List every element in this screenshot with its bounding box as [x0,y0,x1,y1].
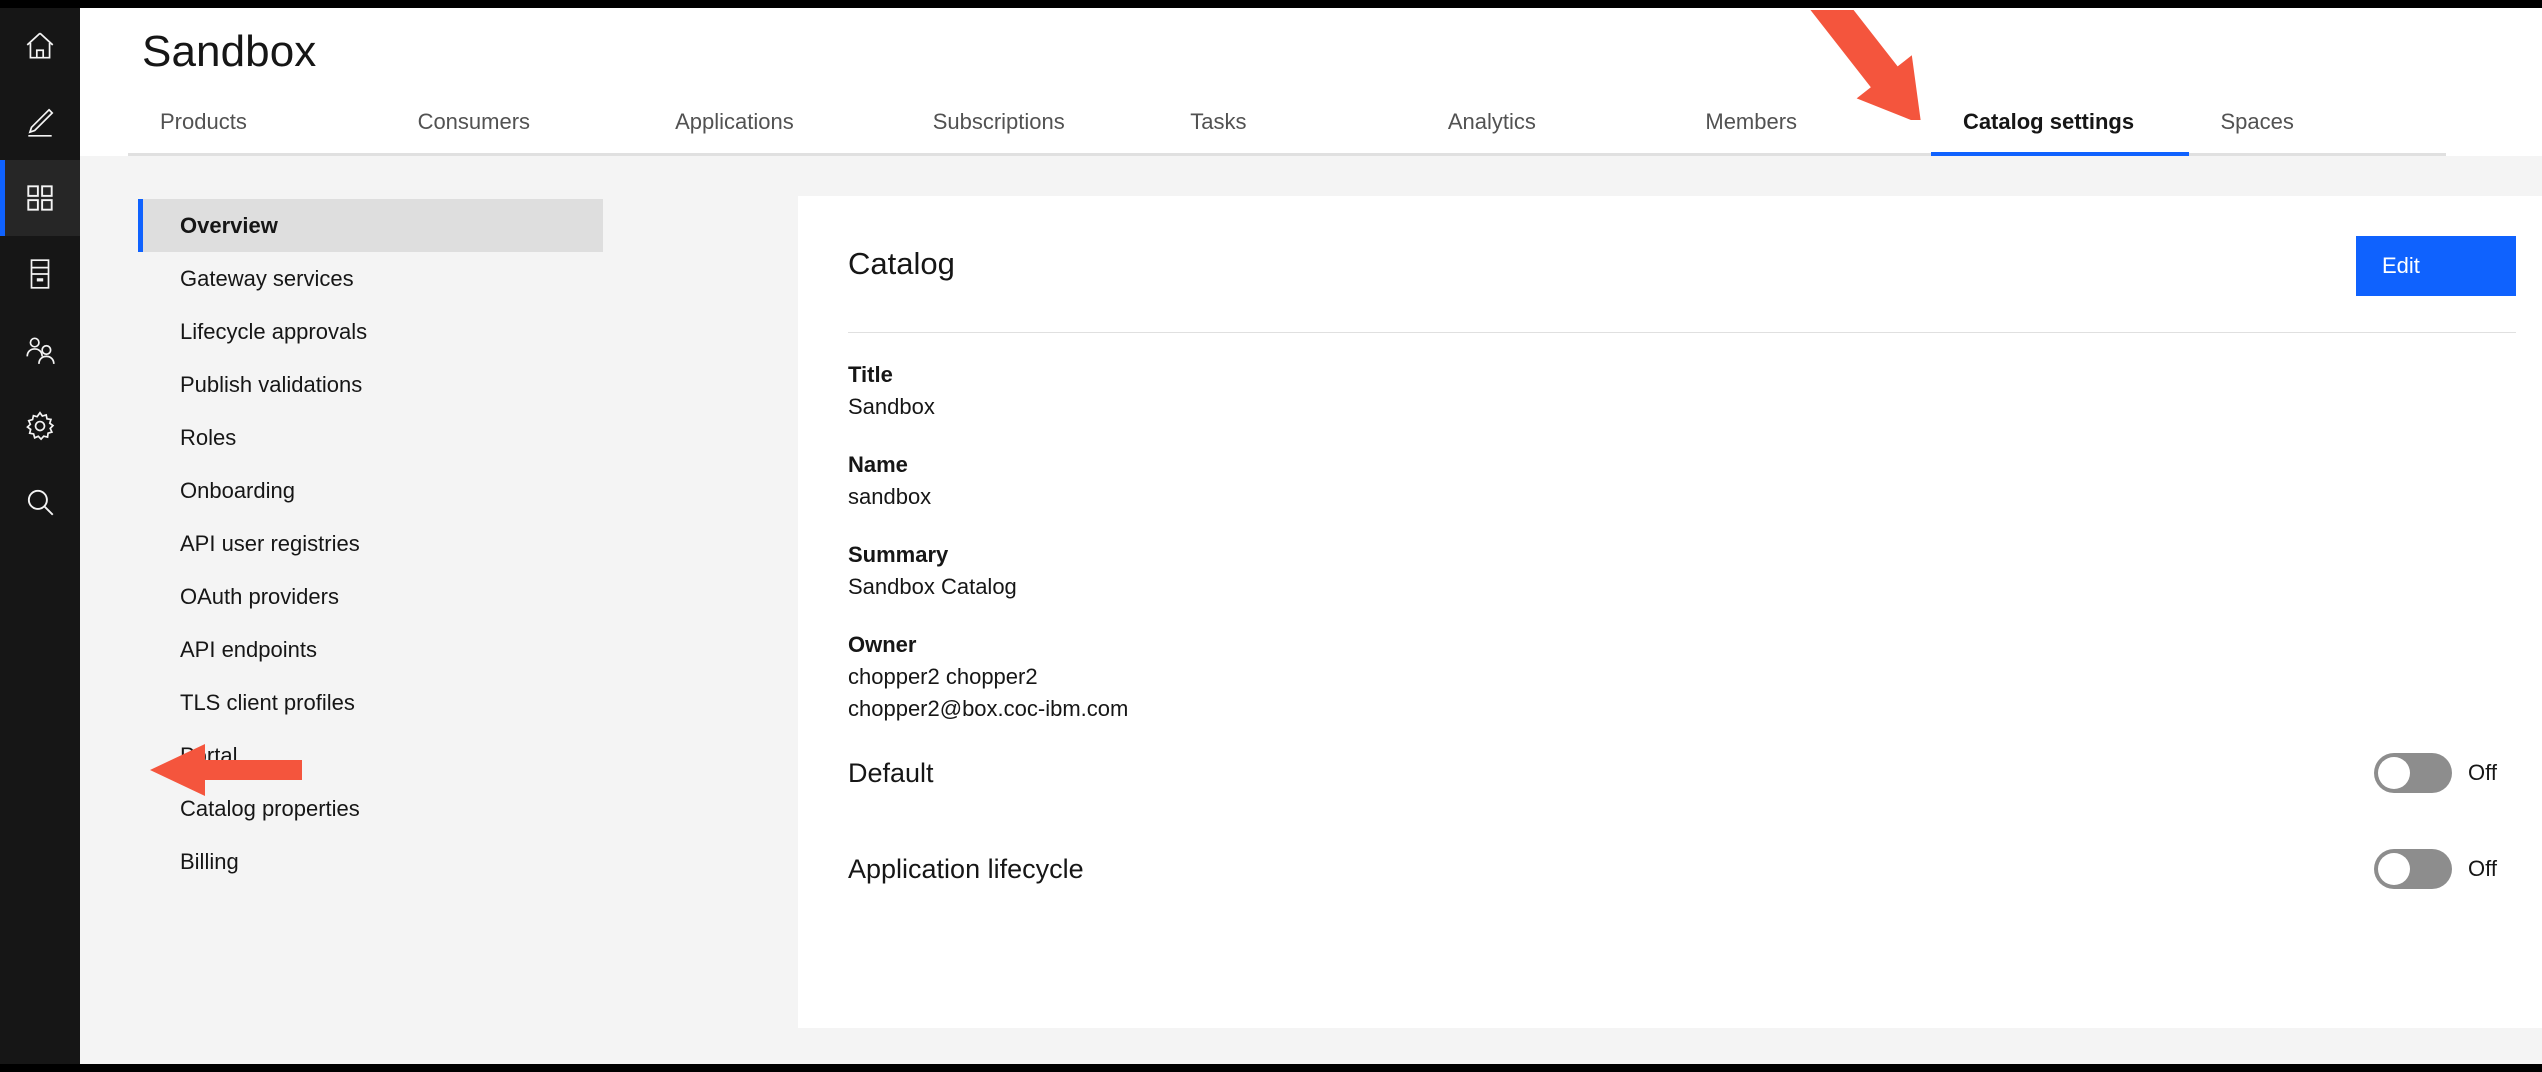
field-value: sandbox [848,484,932,509]
sidebar-item-billing[interactable]: Billing [138,835,603,888]
sidebar-item-roles[interactable]: Roles [138,411,603,464]
sidebar-item-gateway-services[interactable]: Gateway services [138,252,603,305]
sidebar-item-api-user-registries[interactable]: API user registries [138,517,603,570]
users-icon [23,333,57,367]
field-label: Name [848,452,908,477]
sidebar-item-portal[interactable]: Portal [138,729,603,782]
page-title: Sandbox [142,27,317,76]
field-value-owner-email: chopper2@box.coc-ibm.com [848,696,1129,721]
panel-divider [848,332,2516,333]
server-icon [23,257,57,291]
toggle-state: Off [2468,760,2497,785]
toggle-control: Off [2374,849,2516,889]
field-value-owner-name: chopper2 chopper2 [848,664,1038,689]
toggle-control: Off [2374,753,2516,793]
catalog-overview-panel: Catalog Edit Title Sandbox Name sandbox … [798,196,2542,1028]
tab-spaces[interactable]: Spaces [2188,101,2447,156]
toggle-state: Off [2468,856,2497,881]
field-owner: Owner chopper2 chopper2 chopper2@box.coc… [848,629,2516,725]
rail-item-resources[interactable] [0,236,80,312]
rail-item-develop[interactable] [0,84,80,160]
tab-subscriptions[interactable]: Subscriptions [900,101,1159,156]
rail-item-manage[interactable] [0,160,80,236]
rail-item-home[interactable] [0,8,80,84]
app-root: Sandbox Products Consumers Applications … [0,0,2542,1072]
tab-members[interactable]: Members [1673,101,1931,156]
default-toggle[interactable] [2374,753,2452,793]
main-area: Sandbox Products Consumers Applications … [80,8,2542,1064]
field-name: Name sandbox [848,449,2516,513]
field-label: Owner [848,632,917,657]
field-value: Sandbox Catalog [848,574,1017,599]
sidebar-item-lifecycle-approvals[interactable]: Lifecycle approvals [138,305,603,358]
rail-item-members[interactable] [0,312,80,388]
field-label: Title [848,362,893,387]
sidebar-item-onboarding[interactable]: Onboarding [138,464,603,517]
sidebar-item-oauth-providers[interactable]: OAuth providers [138,570,603,623]
grid-icon [23,181,57,215]
toggle-knob [2378,757,2410,789]
page-header: Sandbox Products Consumers Applications … [80,8,2542,156]
content-body: Overview Gateway services Lifecycle appr… [80,156,2542,1064]
tab-tasks[interactable]: Tasks [1158,101,1416,156]
catalog-settings-nav: Overview Gateway services Lifecycle appr… [138,199,603,888]
field-title: Title Sandbox [848,359,2516,423]
gear-icon [23,409,57,443]
toggle-label: Default [848,757,934,788]
application-lifecycle-toggle[interactable] [2374,849,2452,889]
sidebar-item-catalog-properties[interactable]: Catalog properties [138,782,603,835]
field-value: Sandbox [848,394,935,419]
sidebar-item-tls-client-profiles[interactable]: TLS client profiles [138,676,603,729]
pencil-icon [23,105,57,139]
toggle-label: Application lifecycle [848,853,1084,884]
toggle-knob [2378,853,2410,885]
tab-applications[interactable]: Applications [643,101,901,156]
left-icon-rail [0,8,80,1064]
field-summary: Summary Sandbox Catalog [848,539,2516,603]
panel-header: Catalog Edit [848,236,2516,328]
tab-products[interactable]: Products [128,101,386,156]
rail-item-settings[interactable] [0,388,80,464]
sidebar-item-publish-validations[interactable]: Publish validations [138,358,603,411]
sidebar-item-overview[interactable]: Overview [138,199,603,252]
field-label: Summary [848,542,949,567]
panel-heading: Catalog [848,246,955,281]
toggle-row-default: Default Off [848,725,2516,821]
panel-inner: Catalog Edit Title Sandbox Name sandbox … [848,236,2516,917]
tab-catalog-settings[interactable]: Catalog settings [1930,101,2189,156]
toggle-row-application-lifecycle: Application lifecycle Off [848,821,2516,917]
tab-analytics[interactable]: Analytics [1415,101,1674,156]
search-icon [23,485,57,519]
sidebar-item-api-endpoints[interactable]: API endpoints [138,623,603,676]
tab-consumers[interactable]: Consumers [385,101,644,156]
tab-bar: Products Consumers Applications Subscrip… [128,101,2446,156]
home-icon [23,29,57,63]
edit-button[interactable]: Edit [2356,236,2516,296]
rail-item-search[interactable] [0,464,80,540]
